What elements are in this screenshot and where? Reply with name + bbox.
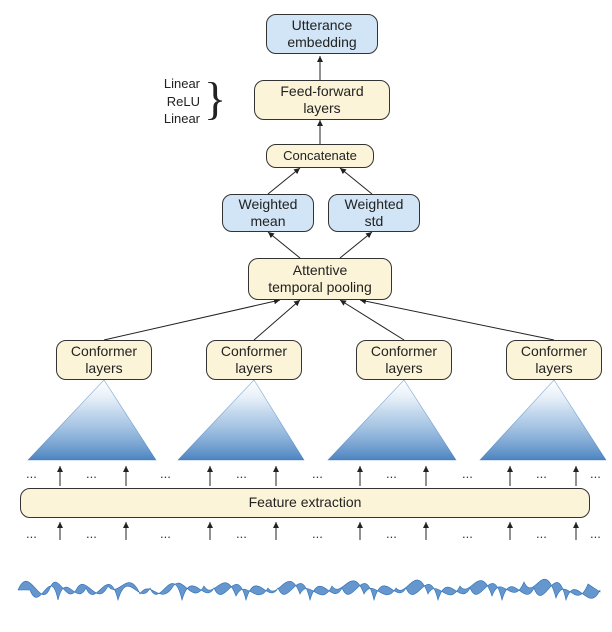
dots-fe-8: ...: [590, 466, 601, 481]
side-linear-2: Linear: [152, 110, 200, 128]
dots-fe-0: ...: [26, 466, 37, 481]
dots-wv-4: ...: [312, 526, 323, 541]
curly-brace-icon: }: [204, 76, 226, 122]
weighted-mean-label: Weighted mean: [239, 196, 298, 231]
dots-wv-7: ...: [536, 526, 547, 541]
dots-fe-1: ...: [86, 466, 97, 481]
conformer-label-1: Conformer layers: [71, 343, 137, 378]
conformer-box-4: Conformer layers: [506, 340, 602, 380]
dots-wv-0: ...: [26, 526, 37, 541]
utterance-embedding-label: Utterance embedding: [287, 17, 356, 52]
conformer-label-3: Conformer layers: [371, 343, 437, 378]
dots-fe-7: ...: [536, 466, 547, 481]
dots-wv-5: ...: [386, 526, 397, 541]
feature-extraction-label: Feature extraction: [249, 494, 362, 512]
dots-fe-6: ...: [462, 466, 473, 481]
weighted-std-label: Weighted std: [345, 196, 404, 231]
weighted-std-box: Weighted std: [328, 194, 420, 232]
dots-fe-2: ...: [160, 466, 171, 481]
diagram-canvas: { "top": { "utterance_embedding": "Utter…: [0, 0, 612, 632]
conformer-label-2: Conformer layers: [221, 343, 287, 378]
fan-triangles: [28, 380, 606, 460]
dots-fe-3: ...: [236, 466, 247, 481]
conformer-label-4: Conformer layers: [521, 343, 587, 378]
dots-wv-6: ...: [462, 526, 473, 541]
stats-to-concat: [268, 168, 372, 194]
waveform: [18, 579, 600, 600]
attentive-pooling-label: Attentive temporal pooling: [268, 262, 372, 297]
concatenate-label: Concatenate: [283, 148, 357, 164]
side-relu: ReLU: [152, 93, 200, 111]
dots-wv-2: ...: [160, 526, 171, 541]
utterance-embedding-box: Utterance embedding: [266, 14, 378, 54]
dots-wv-3: ...: [236, 526, 247, 541]
weighted-mean-box: Weighted mean: [222, 194, 314, 232]
ff-side-labels: Linear ReLU Linear: [152, 75, 200, 128]
dots-fe-4: ...: [312, 466, 323, 481]
concatenate-box: Concatenate: [266, 144, 374, 168]
conformer-to-pool: [104, 300, 554, 340]
dots-wv-8: ...: [590, 526, 601, 541]
dots-wv-1: ...: [86, 526, 97, 541]
conformer-box-2: Conformer layers: [206, 340, 302, 380]
feature-extraction-box: Feature extraction: [20, 488, 590, 518]
feed-forward-box: Feed-forward layers: [254, 80, 390, 120]
feed-forward-label: Feed-forward layers: [280, 83, 363, 118]
attentive-pooling-box: Attentive temporal pooling: [248, 258, 392, 300]
side-linear-1: Linear: [152, 75, 200, 93]
pool-to-stats: [268, 232, 372, 258]
conformer-box-3: Conformer layers: [356, 340, 452, 380]
dots-fe-5: ...: [386, 466, 397, 481]
conformer-box-1: Conformer layers: [56, 340, 152, 380]
